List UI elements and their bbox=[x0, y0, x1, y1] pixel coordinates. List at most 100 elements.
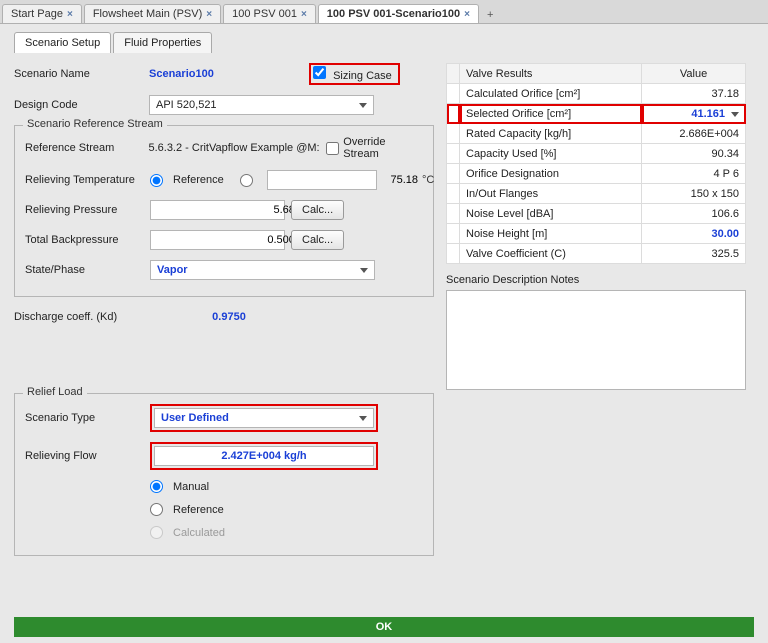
relieving-temp-reference-radio[interactable] bbox=[150, 174, 163, 187]
results-header-value: Value bbox=[642, 64, 746, 84]
result-name: Rated Capacity [kg/h] bbox=[460, 124, 642, 144]
discharge-coeff-value[interactable]: 0.9750 bbox=[149, 311, 309, 323]
design-code-dropdown[interactable]: API 520,521 bbox=[149, 95, 374, 115]
scenario-type-value: User Defined bbox=[161, 412, 229, 424]
label-scenario-type: Scenario Type bbox=[25, 412, 150, 424]
table-row[interactable]: Noise Level [dBA]106.6 bbox=[447, 204, 746, 224]
total-backpressure-field[interactable]: barG bbox=[150, 230, 285, 250]
label-relieving-pressure: Relieving Pressure bbox=[25, 204, 150, 216]
flow-mode-calculated-radio bbox=[150, 526, 163, 539]
close-icon[interactable]: × bbox=[464, 9, 470, 20]
sizing-case-label: Sizing Case bbox=[333, 70, 392, 82]
sizing-case-checkbox[interactable] bbox=[313, 66, 326, 79]
state-phase-value: Vapor bbox=[157, 264, 188, 276]
table-row[interactable]: Selected Orifice [cm²]41.161 bbox=[447, 104, 746, 124]
override-stream-checkbox[interactable] bbox=[326, 142, 339, 155]
result-name: Valve Coefficient (C) bbox=[460, 244, 642, 264]
label-scenario-name: Scenario Name bbox=[14, 68, 149, 80]
chevron-down-icon bbox=[360, 268, 368, 273]
group-legend: Relief Load bbox=[23, 386, 87, 398]
flow-mode-reference-radio[interactable] bbox=[150, 503, 163, 516]
result-name: In/Out Flanges bbox=[460, 184, 642, 204]
results-header-name: Valve Results bbox=[460, 64, 642, 84]
table-row[interactable]: Valve Coefficient (C)325.5 bbox=[447, 244, 746, 264]
label-state-phase: State/Phase bbox=[25, 264, 150, 276]
reference-radio-label: Reference bbox=[173, 504, 224, 516]
ok-status-bar[interactable]: OK bbox=[14, 617, 754, 637]
result-value: 325.5 bbox=[642, 244, 746, 264]
doc-tab-label: Flowsheet Main (PSV) bbox=[93, 8, 202, 20]
tab-fluid-properties[interactable]: Fluid Properties bbox=[113, 32, 212, 53]
result-value: 106.6 bbox=[642, 204, 746, 224]
unit-celsius: °C bbox=[422, 174, 434, 186]
calculated-radio-label: Calculated bbox=[173, 527, 225, 539]
relieving-temp-input[interactable] bbox=[274, 173, 422, 187]
doc-tab-psv001[interactable]: 100 PSV 001 × bbox=[223, 4, 316, 23]
result-name: Noise Level [dBA] bbox=[460, 204, 642, 224]
scenario-type-dropdown[interactable]: User Defined bbox=[154, 408, 374, 428]
label-discharge-coeff: Discharge coeff. (Kd) bbox=[14, 311, 149, 323]
sizing-case-highlight: Sizing Case bbox=[309, 63, 400, 85]
relieving-temp-field[interactable]: °C bbox=[267, 170, 377, 190]
manual-radio-label: Manual bbox=[173, 481, 209, 493]
result-value: 2.686E+004 bbox=[642, 124, 746, 144]
tab-scenario-setup[interactable]: Scenario Setup bbox=[14, 32, 111, 53]
result-name: Capacity Used [%] bbox=[460, 144, 642, 164]
add-tab-button[interactable]: + bbox=[481, 7, 499, 23]
table-row[interactable]: Capacity Used [%]90.34 bbox=[447, 144, 746, 164]
label-design-code: Design Code bbox=[14, 99, 149, 111]
chevron-down-icon bbox=[359, 416, 367, 421]
reference-radio-label: Reference bbox=[173, 174, 224, 186]
result-value: 90.34 bbox=[642, 144, 746, 164]
flow-mode-manual-radio[interactable] bbox=[150, 480, 163, 493]
table-row[interactable]: Rated Capacity [kg/h]2.686E+004 bbox=[447, 124, 746, 144]
label-total-backpressure: Total Backpressure bbox=[25, 234, 150, 246]
chevron-down-icon bbox=[359, 103, 367, 108]
relieving-pressure-input[interactable] bbox=[157, 203, 305, 217]
chevron-down-icon bbox=[731, 112, 739, 117]
table-row[interactable]: Noise Height [m]30.00 bbox=[447, 224, 746, 244]
doc-tab-label: Start Page bbox=[11, 8, 63, 20]
document-tab-bar: Start Page × Flowsheet Main (PSV) × 100 … bbox=[0, 0, 768, 24]
doc-tab-flowsheet[interactable]: Flowsheet Main (PSV) × bbox=[84, 4, 221, 23]
doc-tab-start-page[interactable]: Start Page × bbox=[2, 4, 82, 23]
sub-tab-bar: Scenario Setup Fluid Properties bbox=[14, 32, 768, 53]
notes-textarea[interactable] bbox=[446, 290, 746, 390]
result-value[interactable]: 41.161 bbox=[642, 104, 746, 124]
result-name: Orifice Designation bbox=[460, 164, 642, 184]
label-reference-stream: Reference Stream bbox=[25, 142, 148, 154]
table-row[interactable]: Orifice Designation4 P 6 bbox=[447, 164, 746, 184]
table-row[interactable]: In/Out Flanges150 x 150 bbox=[447, 184, 746, 204]
state-phase-dropdown[interactable]: Vapor bbox=[150, 260, 375, 280]
table-row[interactable]: Calculated Orifice [cm²]37.18 bbox=[447, 84, 746, 104]
calc-relieving-pressure-button[interactable]: Calc... bbox=[291, 200, 344, 220]
relieving-pressure-field[interactable]: barG bbox=[150, 200, 285, 220]
notes-label: Scenario Description Notes bbox=[446, 274, 746, 286]
reference-stream-group: Scenario Reference Stream Reference Stre… bbox=[14, 125, 434, 297]
close-icon[interactable]: × bbox=[206, 9, 212, 20]
relieving-flow-value: 2.427E+004 kg/h bbox=[161, 450, 367, 462]
result-value: 150 x 150 bbox=[642, 184, 746, 204]
close-icon[interactable]: × bbox=[301, 9, 307, 20]
relieving-flow-field[interactable]: 2.427E+004 kg/h bbox=[154, 446, 374, 466]
relieving-temp-custom-radio[interactable] bbox=[240, 174, 253, 187]
design-code-value: API 520,521 bbox=[156, 99, 217, 111]
label-relieving-temp: Relieving Temperature bbox=[25, 174, 150, 186]
result-name: Noise Height [m] bbox=[460, 224, 642, 244]
result-name: Calculated Orifice [cm²] bbox=[460, 84, 642, 104]
total-backpressure-input[interactable] bbox=[157, 233, 305, 247]
doc-tab-scenario100[interactable]: 100 PSV 001-Scenario100 × bbox=[318, 4, 479, 23]
doc-tab-label: 100 PSV 001-Scenario100 bbox=[327, 8, 460, 20]
override-stream-label: Override Stream bbox=[343, 136, 423, 160]
group-legend: Scenario Reference Stream bbox=[23, 118, 167, 130]
result-name: Selected Orifice [cm²] bbox=[460, 104, 642, 124]
close-icon[interactable]: × bbox=[67, 9, 73, 20]
result-value: 30.00 bbox=[642, 224, 746, 244]
result-value: 37.18 bbox=[642, 84, 746, 104]
reference-stream-value[interactable]: 5.6.3.2 - CritVapflow Example @M: bbox=[148, 142, 326, 154]
valve-results-table: Valve Results Value Calculated Orifice [… bbox=[446, 63, 746, 264]
relief-load-group: Relief Load Scenario Type User Defined R… bbox=[14, 393, 434, 556]
doc-tab-label: 100 PSV 001 bbox=[232, 8, 297, 20]
calc-backpressure-button[interactable]: Calc... bbox=[291, 230, 344, 250]
scenario-name-value[interactable]: Scenario100 bbox=[149, 68, 309, 80]
